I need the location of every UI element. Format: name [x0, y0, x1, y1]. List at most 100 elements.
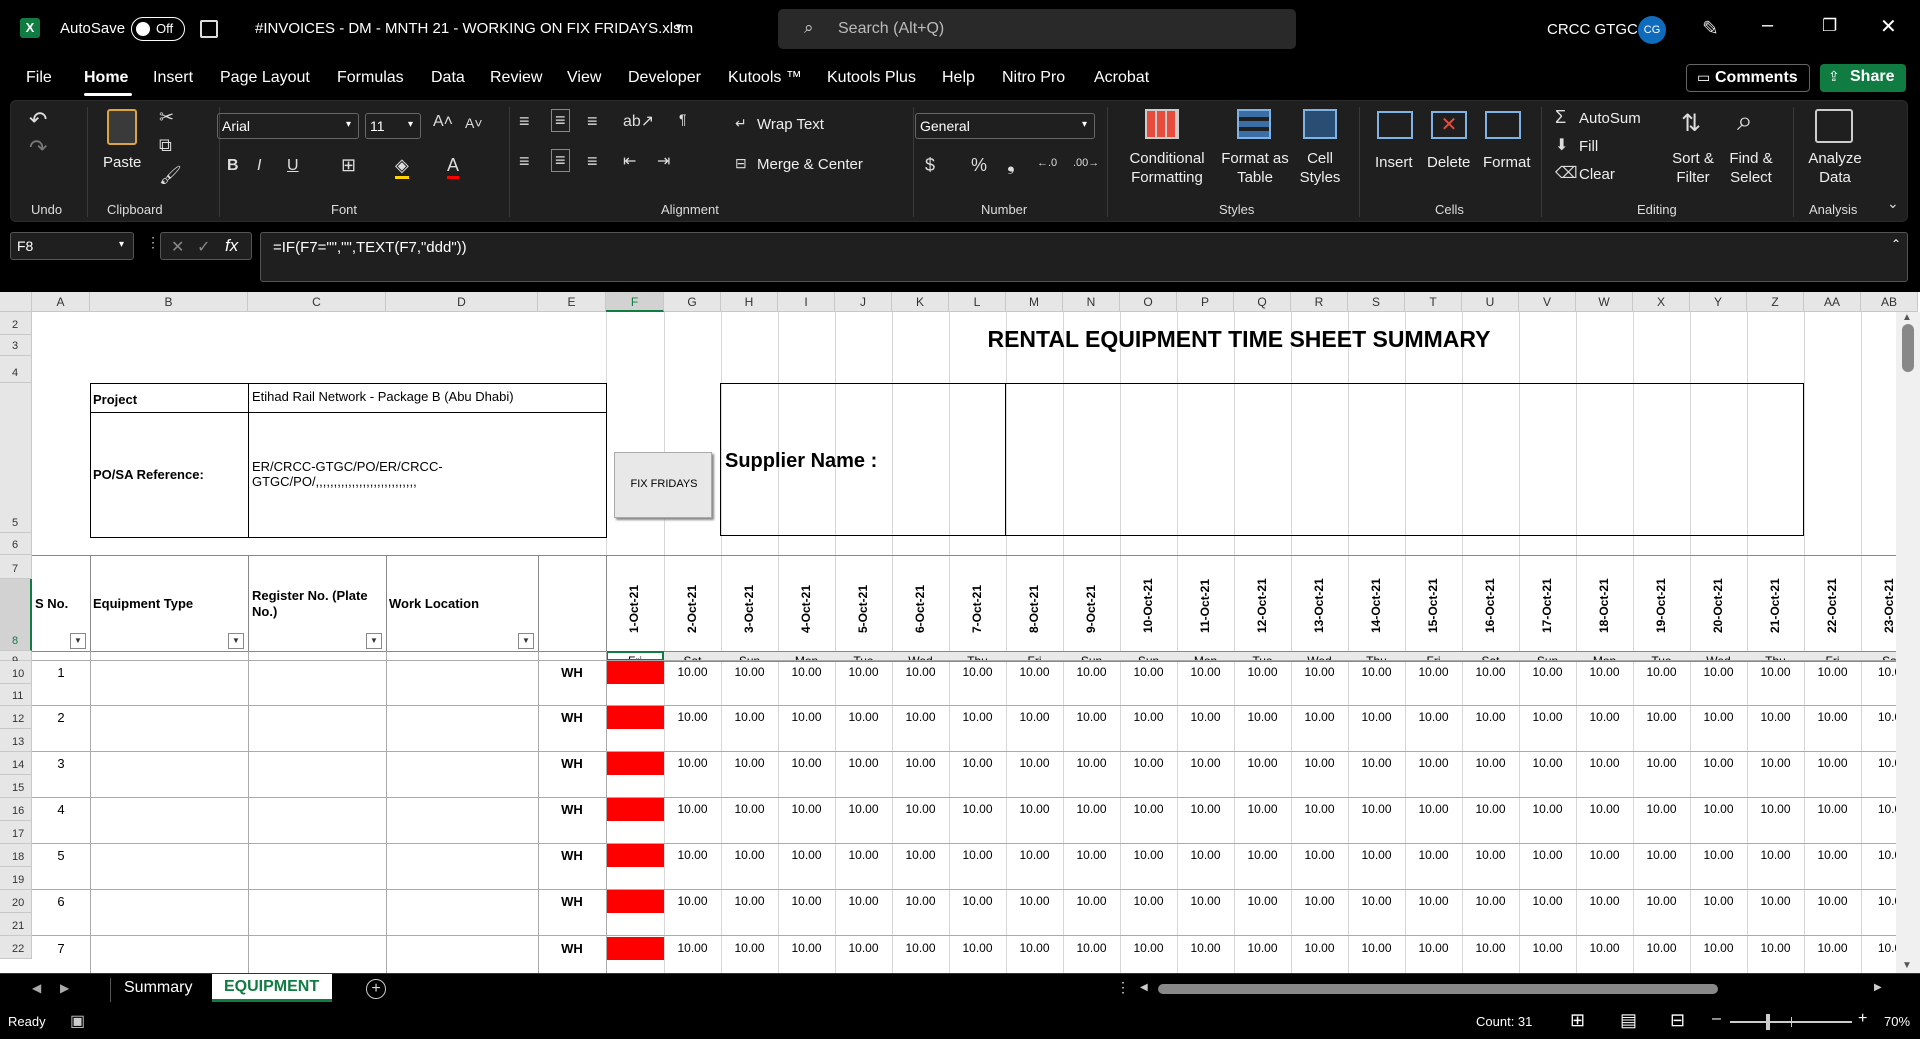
column-header[interactable]: W [1576, 292, 1633, 312]
hours-cell[interactable]: 10.00 [835, 710, 892, 724]
tab-developer[interactable]: Developer [628, 69, 701, 87]
formula-input[interactable]: =IF(F7="","",TEXT(F7,"ddd")) ⌃ [260, 232, 1908, 282]
row-header[interactable]: 14 [0, 752, 32, 775]
hours-cell[interactable]: 10.00 [778, 756, 835, 770]
hours-cell[interactable]: 10.00 [1462, 710, 1519, 724]
row-header[interactable]: 10 [0, 661, 32, 684]
hours-cell[interactable]: 10.00 [721, 802, 778, 816]
hours-cell[interactable]: 10.00 [1519, 710, 1576, 724]
hours-cell[interactable]: 10.00 [1120, 802, 1177, 816]
save-icon[interactable] [200, 20, 218, 38]
hours-cell[interactable]: 10.00 [1690, 894, 1747, 908]
hours-cell[interactable]: 10.00 [949, 665, 1006, 679]
row-header[interactable]: 16 [0, 798, 32, 821]
filter-dropdown-equipment[interactable]: ▼ [228, 633, 244, 649]
cancel-icon[interactable]: ✕ [171, 237, 184, 257]
tab-nitro-pro[interactable]: Nitro Pro [1002, 69, 1065, 87]
hours-cell[interactable]: 10.00 [1576, 665, 1633, 679]
row-header[interactable]: 2 [0, 312, 32, 335]
hours-cell[interactable]: 10.00 [778, 941, 835, 955]
hours-cell[interactable]: 10.00 [1519, 894, 1576, 908]
bold-icon[interactable]: B [227, 157, 239, 175]
column-header[interactable]: P [1177, 292, 1234, 312]
hours-cell[interactable]: 10.00 [1690, 941, 1747, 955]
row-header[interactable]: 3 [0, 335, 32, 356]
align-center-icon[interactable]: ≡ [551, 149, 570, 172]
page-break-view-icon[interactable]: ⊟ [1670, 1010, 1685, 1031]
row-header[interactable]: 19 [0, 867, 32, 890]
collapse-formula-icon[interactable]: ⌃ [1891, 237, 1901, 251]
row-header[interactable]: 22 [0, 936, 32, 959]
hours-cell[interactable]: 10.00 [1405, 802, 1462, 816]
file-name[interactable]: #INVOICES - DM - MNTH 21 - WORKING ON FI… [255, 20, 693, 37]
column-header[interactable]: N [1063, 292, 1120, 312]
column-header[interactable]: S [1348, 292, 1405, 312]
column-header[interactable]: D [386, 292, 538, 312]
hours-cell[interactable]: 10.00 [892, 756, 949, 770]
close-icon[interactable]: ✕ [1880, 14, 1897, 39]
hours-cell[interactable]: 10.00 [892, 665, 949, 679]
column-header[interactable]: E [538, 292, 606, 312]
increase-font-icon[interactable]: A˄ [433, 113, 453, 131]
tab-kutools-plus[interactable]: Kutools Plus [827, 69, 916, 87]
hours-cell[interactable]: 10.00 [1177, 756, 1234, 770]
hours-cell[interactable]: 10.00 [1177, 894, 1234, 908]
find-select-button[interactable]: Find & Select [1723, 149, 1779, 187]
hours-cell[interactable]: 10.00 [1804, 756, 1861, 770]
hours-cell[interactable]: 10.00 [1348, 665, 1405, 679]
hours-cell[interactable]: 10.00 [664, 894, 721, 908]
zoom-slider-thumb[interactable] [1766, 1014, 1770, 1030]
column-header[interactable]: G [664, 292, 721, 312]
zoom-slider[interactable] [1730, 1014, 1852, 1030]
hours-cell[interactable]: 10.00 [1405, 710, 1462, 724]
hours-cell[interactable]: 10.00 [721, 941, 778, 955]
hours-cell[interactable]: 10.00 [1405, 848, 1462, 862]
hours-cell[interactable]: 10.00 [664, 802, 721, 816]
clear-button[interactable]: Clear [1579, 165, 1615, 184]
column-header[interactable]: Z [1747, 292, 1804, 312]
hours-cell[interactable]: 10.00 [1804, 710, 1861, 724]
text-direction-icon[interactable]: ¶ [679, 111, 687, 127]
hours-cell[interactable]: 10.00 [721, 848, 778, 862]
column-header[interactable]: B [90, 292, 248, 312]
prev-sheet-icon[interactable]: ◀ [32, 981, 41, 995]
row-header[interactable]: 8 [0, 579, 32, 651]
avatar[interactable]: CG [1638, 16, 1666, 44]
hours-cell[interactable]: 10.00 [721, 756, 778, 770]
hours-cell[interactable]: 10.00 [721, 710, 778, 724]
paste-icon[interactable] [107, 109, 137, 145]
hours-cell[interactable]: 10.00 [1006, 802, 1063, 816]
hours-cell[interactable]: 10.00 [1120, 848, 1177, 862]
hours-cell[interactable]: 10.00 [1063, 756, 1120, 770]
hours-cell[interactable]: 10.00 [835, 894, 892, 908]
hours-cell[interactable]: 10.00 [1462, 941, 1519, 955]
hours-cell[interactable]: 10.00 [664, 665, 721, 679]
copy-icon[interactable]: ⧉ [159, 135, 172, 156]
hours-cell[interactable]: 10.00 [1177, 941, 1234, 955]
decrease-font-icon[interactable]: A˅ [465, 115, 483, 131]
enter-icon[interactable]: ✓ [197, 237, 210, 257]
hours-cell[interactable]: 10.00 [949, 848, 1006, 862]
underline-icon[interactable]: U [287, 157, 299, 175]
column-header[interactable]: I [778, 292, 835, 312]
tab-formulas[interactable]: Formulas [337, 69, 404, 87]
hours-cell[interactable]: 10.00 [949, 941, 1006, 955]
number-format-select[interactable]: General ▾ [915, 113, 1095, 139]
hours-cell[interactable]: 10.00 [1690, 665, 1747, 679]
hours-cell[interactable]: 10.00 [1120, 710, 1177, 724]
hours-cell[interactable]: 10.00 [1291, 894, 1348, 908]
hours-cell[interactable]: 10.00 [1462, 848, 1519, 862]
cell-styles-button[interactable]: Cell Styles [1293, 149, 1347, 187]
filename-chevron-down-icon[interactable]: ▾ [676, 20, 682, 33]
comments-button[interactable]: ▭ Comments [1686, 64, 1810, 92]
column-header[interactable]: L [949, 292, 1006, 312]
hours-cell[interactable]: 10.00 [664, 756, 721, 770]
hours-cell[interactable]: 10.00 [1063, 941, 1120, 955]
hours-cell[interactable]: 10.00 [1747, 848, 1804, 862]
insert-function-icon[interactable]: fx [225, 236, 238, 256]
hours-cell[interactable]: 10.00 [1006, 756, 1063, 770]
hours-cell[interactable]: 10.00 [892, 894, 949, 908]
hours-cell[interactable]: 10.00 [1234, 665, 1291, 679]
hours-cell[interactable]: 10.00 [1747, 894, 1804, 908]
comma-icon[interactable]: ❟ [1007, 153, 1015, 176]
